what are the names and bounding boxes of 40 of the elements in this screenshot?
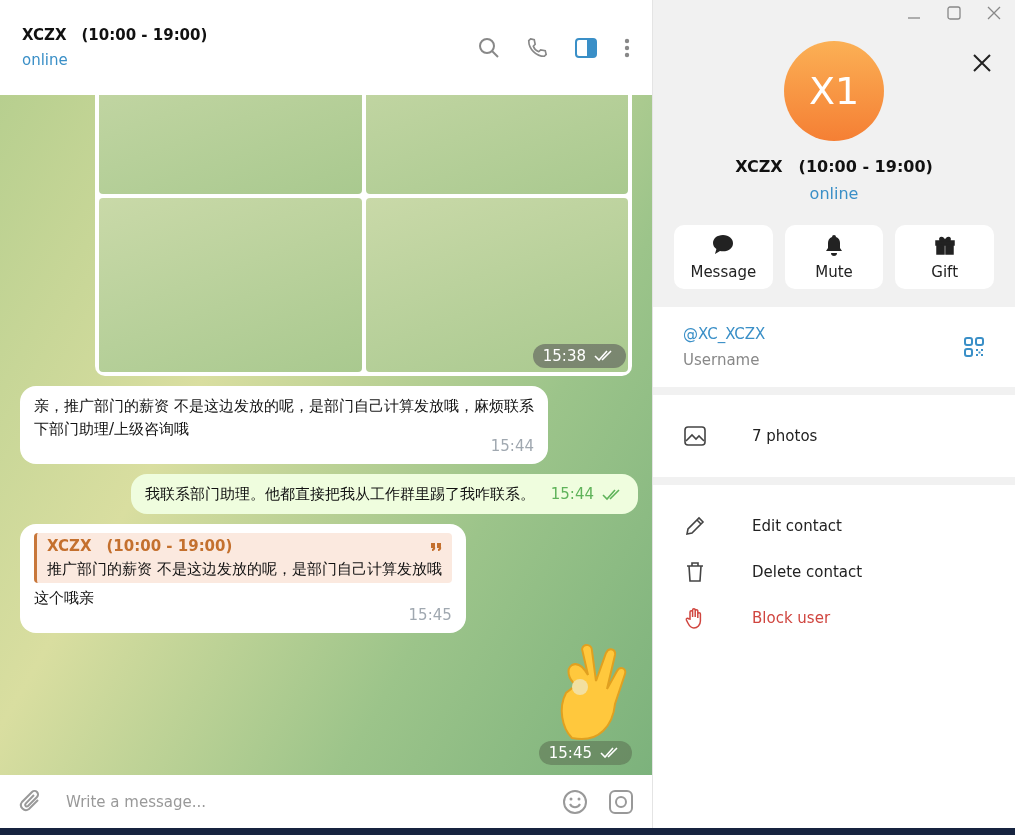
mute-button[interactable]: Mute bbox=[784, 225, 884, 289]
maximize-icon[interactable] bbox=[947, 6, 961, 20]
video-message-icon[interactable] bbox=[608, 788, 634, 815]
emoji-icon[interactable] bbox=[562, 788, 588, 815]
chat-status: online bbox=[22, 51, 69, 69]
quote-icon bbox=[429, 541, 442, 552]
gift-button[interactable]: Gift bbox=[895, 225, 994, 289]
quote-text: 推广部门的薪资 不是这边发放的呢，是部门自己计算发放哦 bbox=[47, 559, 442, 580]
delete-contact-item[interactable]: Delete contact bbox=[683, 549, 985, 595]
pencil-icon bbox=[683, 514, 707, 538]
close-icon[interactable] bbox=[987, 6, 1001, 20]
block-contact-item[interactable]: Block user bbox=[683, 595, 985, 641]
message-time: 15:45 bbox=[408, 605, 452, 626]
message-time: 15:44 bbox=[550, 484, 594, 505]
profile-name: XCZX (10:00 - 19:00) bbox=[735, 157, 933, 178]
quoted-message[interactable]: XCZX (10:00 - 19:00) 推广部门的薪资 不是这边发放的呢，是部门自己计算发放哦 bbox=[34, 533, 452, 583]
message-button[interactable]: Message bbox=[674, 225, 773, 289]
image-icon bbox=[683, 424, 707, 448]
message-time: 15:44 bbox=[490, 436, 534, 457]
message-text: 我联系部门助理。他都直接把我从工作群里踢了我咋联系。 bbox=[144, 484, 535, 505]
username-value[interactable]: @XC_XCZX bbox=[683, 325, 963, 343]
message-text: 亲，推广部门的薪资 不是这边发放的呢，是部门自己计算发放哦，麻烦联系下部门助理/上级咨询哦 bbox=[34, 396, 534, 439]
screenshot-image[interactable] bbox=[95, 95, 632, 376]
sidebar-toggle-icon[interactable] bbox=[574, 36, 598, 59]
profile-status: online bbox=[809, 184, 859, 203]
message-text: 这个哦亲 bbox=[34, 588, 95, 609]
quote-author: XCZX (10:00 - 19:00) bbox=[47, 536, 233, 557]
edit-contact-item[interactable]: Edit contact bbox=[683, 503, 985, 549]
message-time: 15:38 bbox=[542, 347, 586, 365]
phone-icon[interactable] bbox=[526, 36, 548, 59]
qr-code-icon[interactable] bbox=[963, 336, 985, 358]
avatar: X1 bbox=[784, 41, 884, 141]
more-icon[interactable] bbox=[624, 36, 630, 59]
chat-title[interactable]: XCZX (10:00 - 19:00) bbox=[22, 26, 478, 45]
close-icon bbox=[973, 54, 991, 72]
username-label: Username bbox=[683, 351, 761, 369]
search-icon[interactable] bbox=[478, 36, 500, 59]
speech-bubble-icon bbox=[711, 233, 736, 257]
message-time: 15:45 bbox=[548, 744, 592, 762]
message-input[interactable]: Write a message... bbox=[64, 791, 542, 812]
